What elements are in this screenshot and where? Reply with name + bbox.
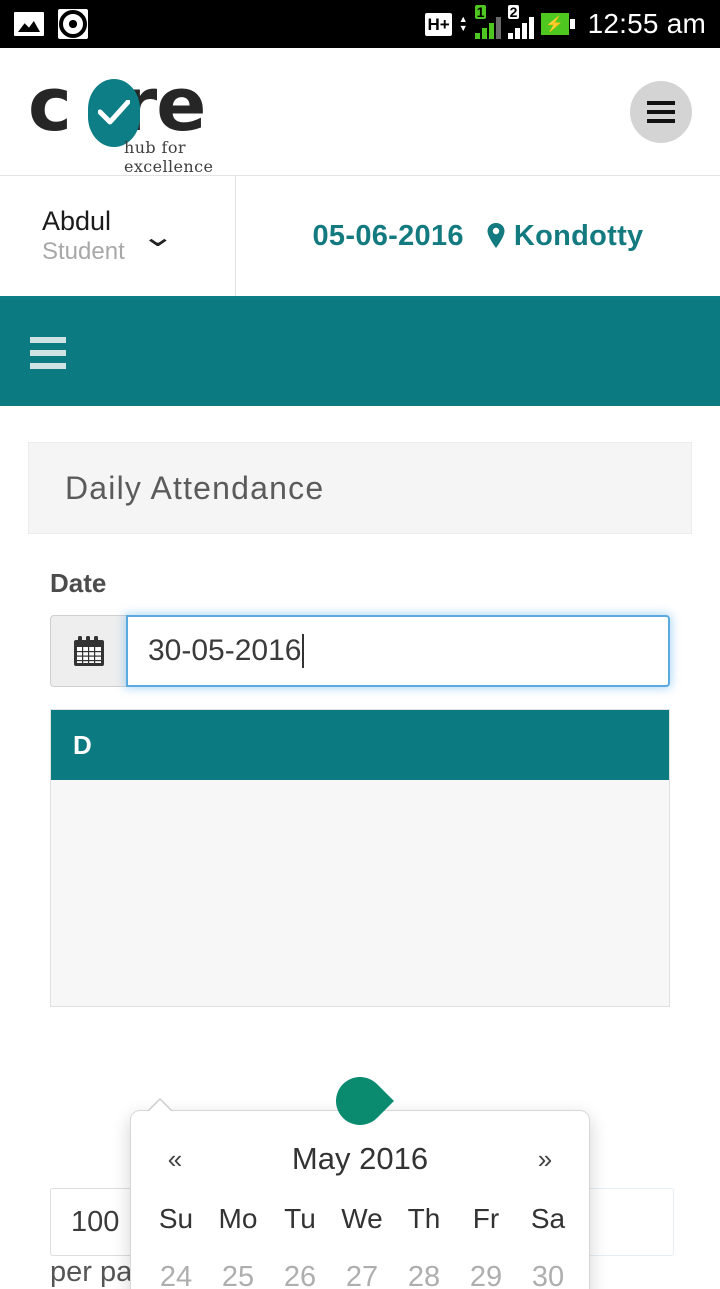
menu-icon-bar: [647, 118, 675, 123]
datepicker-day-label: 24: [159, 1260, 193, 1289]
datepicker-day-label: 30: [531, 1260, 565, 1289]
text-selection-handle[interactable]: [326, 1067, 394, 1135]
hamburger-icon-bar: [30, 337, 66, 343]
datepicker-day-label: 28: [407, 1260, 441, 1289]
menu-icon-bar: [647, 100, 675, 105]
datepicker-day[interactable]: 29: [455, 1247, 517, 1289]
logo-check-icon: [98, 99, 130, 124]
menu-icon-bar: [647, 109, 675, 114]
context-info: 05-06-2016 Kondotty: [236, 176, 720, 296]
datepicker-day[interactable]: 28: [393, 1247, 455, 1289]
datepicker-weekday: Fr: [472, 1203, 500, 1234]
sim1-label: 1: [474, 4, 487, 20]
datepicker-day[interactable]: 24: [145, 1247, 207, 1289]
date-input[interactable]: 30-05-2016: [126, 615, 670, 687]
date-input-value: 30-05-2016: [148, 634, 302, 667]
user-names: Abdul Student: [42, 205, 125, 267]
user-role: Student: [42, 238, 125, 265]
logo-tagline: hub for excellence: [124, 137, 214, 176]
core-logo[interactable]: core hub for excellence: [28, 64, 243, 176]
datepicker-weekday: We: [341, 1203, 383, 1234]
datepicker-weekday-row: Su Mo Tu We Th Fr Sa: [145, 1189, 579, 1247]
table-header-row: D: [51, 710, 669, 780]
sim1-signal-icon: 1: [474, 5, 501, 39]
datepicker-weekday: Mo: [218, 1203, 258, 1234]
network-type-indicator: H+: [424, 12, 452, 36]
datepicker-header: « May 2016 »: [145, 1129, 575, 1189]
current-date: 05-06-2016: [312, 219, 464, 252]
hamburger-icon-bar: [30, 350, 66, 356]
datepicker-week-row: 24 25 26 27 28 29 30: [145, 1247, 579, 1289]
data-transfer-arrows: ▲ ▼: [458, 14, 468, 33]
app-header: core hub for excellence: [0, 48, 720, 176]
attendance-table: D: [50, 709, 670, 1007]
user-info-bar: Abdul Student ⌄ 05-06-2016 Kondotty: [0, 176, 720, 300]
datepicker-day[interactable]: 30: [517, 1247, 579, 1289]
text-cursor: [302, 634, 305, 668]
datepicker-weekday: Th: [407, 1203, 441, 1234]
date-input-group: 30-05-2016: [50, 615, 670, 687]
status-left-icons: [14, 9, 88, 39]
datepicker-month-title[interactable]: May 2016: [205, 1141, 515, 1177]
datepicker-grid: SuMoTuWeThFrSa 2425262728293012345678910…: [145, 1189, 579, 1289]
table-body: [51, 780, 669, 1006]
primary-nav-bar: [0, 300, 720, 406]
datepicker-next-button[interactable]: »: [515, 1144, 575, 1175]
datepicker-weekday: Tu: [284, 1203, 316, 1234]
table-header-cell: D: [73, 729, 92, 760]
datepicker-day-label: 29: [469, 1260, 503, 1289]
date-field-label: Date: [50, 568, 107, 598]
datepicker-day-label: 26: [283, 1260, 317, 1289]
sim2-signal-icon: 2: [507, 5, 534, 39]
calendar-icon-button[interactable]: [50, 615, 126, 687]
datepicker-popover[interactable]: « May 2016 » Su Mo Tu We Th Fr Sa 24 25 26 27 28 29…: [130, 1067, 590, 1289]
battery-charging-icon: ⚡: [540, 13, 575, 35]
page-title: Daily Attendance: [28, 442, 692, 534]
user-profile-selector[interactable]: Abdul Student ⌄: [0, 176, 236, 296]
datepicker-weekday: Sa: [530, 1203, 566, 1234]
location-pin-icon: [487, 223, 505, 248]
android-status-bar: H+ ▲ ▼ 1 2 ⚡ 12:55 am: [0, 0, 720, 48]
chevron-down-icon[interactable]: ⌄: [140, 222, 175, 251]
datepicker-day[interactable]: 25: [207, 1247, 269, 1289]
record-target-icon: [58, 9, 88, 39]
status-right-icons: H+ ▲ ▼ 1 2 ⚡ 12:55 am: [424, 5, 707, 40]
status-clock: 12:55 am: [587, 8, 706, 39]
datepicker-day-label: 27: [345, 1260, 379, 1289]
datepicker-day-label: 25: [221, 1260, 255, 1289]
location-name: Kondotty: [513, 219, 644, 252]
user-name: Abdul: [42, 206, 112, 236]
main-content: Daily Attendance Date 30-05-2016 D « May…: [0, 442, 720, 1289]
calendar-icon: [73, 636, 104, 666]
datepicker-day[interactable]: 26: [269, 1247, 331, 1289]
hamburger-icon-bar: [30, 363, 66, 369]
nav-hamburger-button[interactable]: [30, 337, 66, 369]
datepicker-weekday: Su: [158, 1203, 194, 1234]
datepicker-prev-button[interactable]: «: [145, 1144, 205, 1175]
datepicker-day[interactable]: 27: [331, 1247, 393, 1289]
sim2-label: 2: [507, 4, 520, 20]
current-location: Kondotty: [486, 220, 644, 253]
header-menu-button[interactable]: [630, 80, 692, 143]
image-icon: [14, 12, 44, 36]
